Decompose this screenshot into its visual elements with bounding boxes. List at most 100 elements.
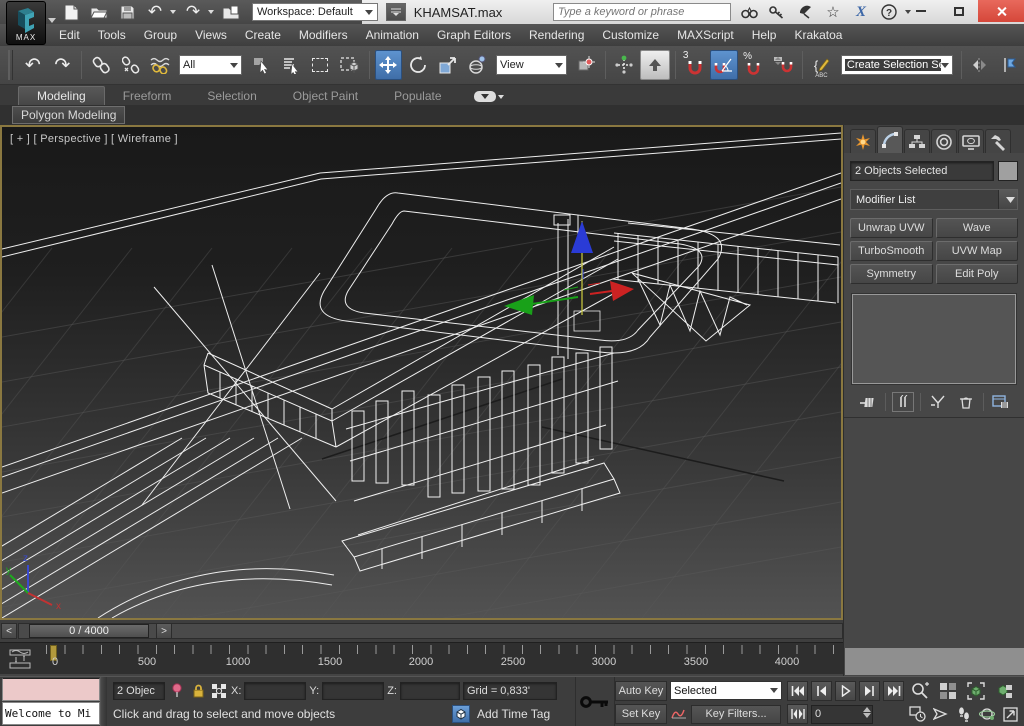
time-configuration-icon[interactable] <box>907 704 927 725</box>
menu-rendering[interactable]: Rendering <box>520 24 593 46</box>
selection-filter-dropdown[interactable]: All <box>179 55 242 75</box>
mirror-icon[interactable] <box>967 50 995 80</box>
maximize-viewport-toggle-icon[interactable] <box>1001 704 1021 725</box>
redo-dropdown-icon[interactable] <box>208 10 214 14</box>
app-menu-caret-icon[interactable] <box>48 18 56 23</box>
motion-tab-icon[interactable] <box>931 129 957 153</box>
window-crossing-toggle-icon[interactable] <box>336 50 364 80</box>
ribbon-minimize-button[interactable] <box>474 91 504 102</box>
add-time-tag[interactable]: Add Time Tag <box>477 707 550 721</box>
utilities-tab-icon[interactable] <box>985 129 1011 153</box>
menu-maxscript[interactable]: MAXScript <box>668 24 743 46</box>
track-bar[interactable]: 0 500 1000 1500 2000 2500 3000 3500 4000 <box>0 642 843 674</box>
set-key-button[interactable]: Set Key <box>615 704 667 724</box>
snaps-toggle-icon[interactable]: 3 <box>681 50 709 80</box>
modifier-button-uvw-map[interactable]: UVW Map <box>936 241 1019 261</box>
ribbon-tab-populate[interactable]: Populate <box>376 87 459 105</box>
menu-graph-editors[interactable]: Graph Editors <box>428 24 520 46</box>
modifier-button-wave[interactable]: Wave <box>936 218 1019 238</box>
select-and-link-icon[interactable] <box>87 50 115 80</box>
menu-tools[interactable]: Tools <box>89 24 135 46</box>
listener-output[interactable]: Welcome to Mi <box>2 702 100 725</box>
new-scene-button[interactable] <box>60 2 82 22</box>
ribbon-tab-selection[interactable]: Selection <box>189 87 274 105</box>
mini-curve-editor-icon[interactable] <box>6 647 36 671</box>
make-unique-icon[interactable] <box>927 392 949 412</box>
object-color-swatch[interactable] <box>998 161 1018 181</box>
current-frame-field[interactable]: 0 <box>811 705 873 724</box>
modifier-button-turbosmooth[interactable]: TurboSmooth <box>850 241 933 261</box>
display-tab-icon[interactable] <box>958 129 984 153</box>
ribbon-tab-freeform[interactable]: Freeform <box>105 87 190 105</box>
modify-tab-icon[interactable] <box>877 126 903 153</box>
next-frame-arrow[interactable]: > <box>156 623 172 639</box>
modifier-button-unwrap-uvw[interactable]: Unwrap UVW <box>850 218 933 238</box>
auto-key-button[interactable]: Auto Key <box>615 681 667 701</box>
menu-modifiers[interactable]: Modifiers <box>290 24 357 46</box>
gizmo-z-arrow[interactable] <box>571 221 593 253</box>
undo-dropdown-icon[interactable] <box>170 10 176 14</box>
communication-center-icon[interactable] <box>795 3 815 21</box>
x-coord-field[interactable] <box>244 682 306 700</box>
key-filters-curve-icon[interactable] <box>670 705 688 723</box>
modifier-button-edit-poly[interactable]: Edit Poly <box>936 264 1019 284</box>
undo-scene-button[interactable]: ↶ <box>19 50 47 80</box>
favorites-star-icon[interactable]: ☆ <box>823 3 843 21</box>
select-and-place-icon[interactable] <box>463 50 491 80</box>
maxscript-mini-listener[interactable]: Welcome to Mi <box>0 677 100 726</box>
modifier-stack-list[interactable] <box>852 294 1016 384</box>
open-file-button[interactable] <box>88 2 110 22</box>
close-button[interactable] <box>978 0 1024 22</box>
zoom-extents-selected-icon[interactable] <box>963 680 988 701</box>
select-and-manipulate-icon[interactable] <box>611 50 639 80</box>
bind-to-space-warp-icon[interactable] <box>146 50 174 80</box>
listener-splitter[interactable] <box>100 677 107 726</box>
pin-stack-icon[interactable] <box>857 392 879 412</box>
minimize-button[interactable] <box>902 0 940 22</box>
show-end-result-icon[interactable] <box>892 392 914 412</box>
frame-spinner[interactable] <box>863 707 871 718</box>
select-by-name-icon[interactable] <box>277 50 305 80</box>
select-and-rotate-icon[interactable] <box>404 50 432 80</box>
play-animation-icon[interactable] <box>835 681 856 701</box>
license-key-icon[interactable] <box>767 3 787 21</box>
menu-group[interactable]: Group <box>135 24 186 46</box>
edit-named-selection-sets-icon[interactable]: { ABC <box>808 50 836 80</box>
select-and-move-button[interactable] <box>375 50 403 80</box>
modifier-button-symmetry[interactable]: Symmetry <box>850 264 933 284</box>
undo-button[interactable]: ↶ <box>144 2 166 22</box>
selection-lock-toggle-icon[interactable] <box>189 682 207 700</box>
toolbar-grip[interactable] <box>8 50 13 80</box>
absolute-offset-mode-icon[interactable] <box>210 682 228 700</box>
modifier-list-dropdown[interactable]: Modifier List <box>850 189 1018 210</box>
select-and-scale-icon[interactable] <box>434 50 462 80</box>
z-coord-field[interactable] <box>400 682 460 700</box>
key-filters-button[interactable]: Key Filters... <box>691 705 781 724</box>
go-to-end-icon[interactable] <box>883 681 904 701</box>
unlink-selection-icon[interactable] <box>117 50 145 80</box>
redo-scene-button[interactable]: ↷ <box>49 50 77 80</box>
next-frame-icon[interactable] <box>859 681 880 701</box>
menu-create[interactable]: Create <box>236 24 290 46</box>
listener-macro-recorder[interactable] <box>2 678 100 701</box>
menu-krakatoa[interactable]: Krakatoa <box>785 24 851 46</box>
go-to-start-icon[interactable] <box>787 681 808 701</box>
configure-modifier-sets-icon[interactable] <box>990 392 1012 412</box>
orbit-icon[interactable] <box>977 704 997 725</box>
scene-explorer-toggle-icon[interactable] <box>452 705 470 723</box>
zoom-extents-all-icon[interactable] <box>991 680 1016 701</box>
menu-help[interactable]: Help <box>743 24 786 46</box>
menu-edit[interactable]: Edit <box>50 24 89 46</box>
walk-through-icon[interactable] <box>954 704 974 725</box>
named-selection-sets-dropdown[interactable]: Create Selection Se <box>841 55 953 75</box>
y-coord-field[interactable] <box>322 682 384 700</box>
menu-views[interactable]: Views <box>186 24 236 46</box>
exchange-apps-icon[interactable]: X <box>851 3 871 21</box>
set-keys-button[interactable] <box>575 677 615 726</box>
menu-customize[interactable]: Customize <box>593 24 668 46</box>
isolate-selection-toggle-icon[interactable] <box>168 682 186 700</box>
zoom-icon[interactable] <box>907 680 932 701</box>
viewport-label[interactable]: [ + ] [ Perspective ] [ Wireframe ] <box>10 133 178 145</box>
pan-view-icon[interactable] <box>930 704 950 725</box>
project-folder-button[interactable] <box>220 2 242 22</box>
